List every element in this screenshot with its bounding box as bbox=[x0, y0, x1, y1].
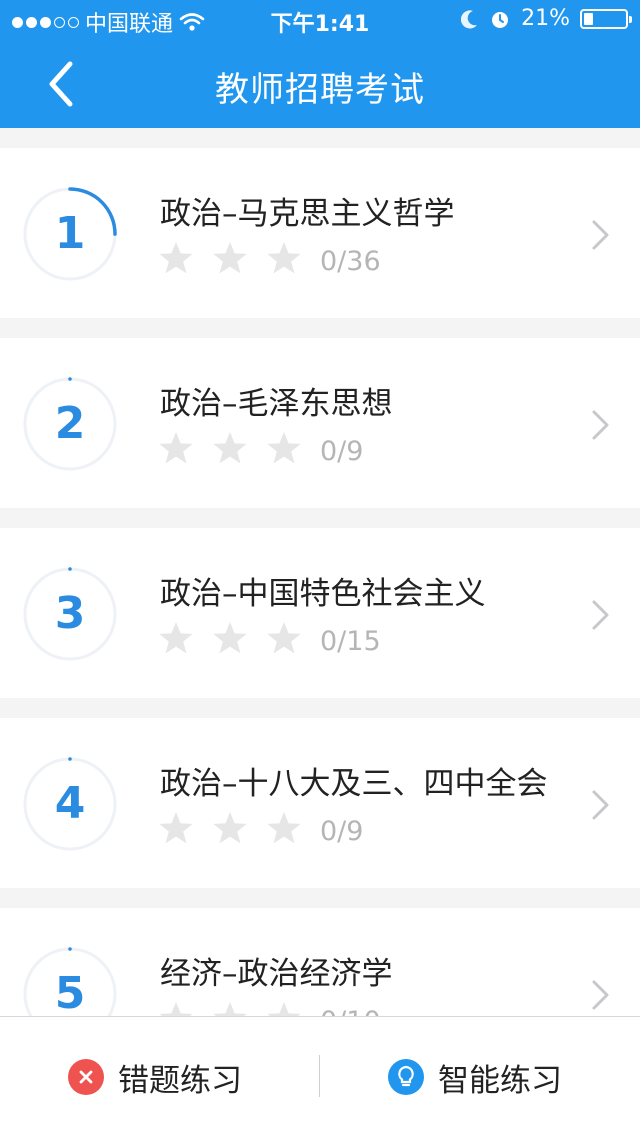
question-count: 0/15 bbox=[320, 626, 381, 657]
star-icon bbox=[159, 812, 193, 844]
question-count: 0/9 bbox=[320, 436, 364, 467]
star-rating bbox=[158, 240, 302, 276]
close-circle-icon bbox=[68, 1059, 104, 1095]
header: 中国联通 下午1:41 21% 教师招聘考试 bbox=[0, 0, 640, 128]
chapter-title: 政治–马克思主义哲学 bbox=[160, 196, 455, 232]
chapter-number: 3 bbox=[54, 588, 86, 639]
question-count: 0/9 bbox=[320, 816, 364, 847]
star-icon bbox=[267, 812, 301, 844]
star-icon bbox=[213, 812, 247, 844]
chevron-right-icon bbox=[592, 790, 609, 820]
star-icon bbox=[159, 242, 193, 274]
progress-ring: 3 bbox=[22, 566, 118, 662]
chapter-title: 经济–政治经济学 bbox=[160, 956, 393, 992]
bottom-bar: 错题练习 智能练习 bbox=[0, 1016, 640, 1136]
star-icon bbox=[267, 432, 301, 464]
star-icon bbox=[267, 242, 301, 274]
page-title: 教师招聘考试 bbox=[215, 70, 425, 110]
progress-ring: 2 bbox=[22, 376, 118, 472]
chapter-number: 1 bbox=[54, 208, 86, 259]
battery-percent: 21% bbox=[521, 6, 570, 31]
chevron-right-icon bbox=[592, 220, 609, 250]
chapter-row[interactable]: 1 政治–马克思主义哲学 0/36 bbox=[0, 148, 640, 318]
progress-ring: 1 bbox=[22, 186, 118, 282]
star-icon bbox=[159, 432, 193, 464]
status-right: 21% bbox=[461, 6, 632, 31]
wrong-practice-label: 错题练习 bbox=[118, 1062, 242, 1099]
star-rating bbox=[158, 430, 302, 466]
progress-ring: 4 bbox=[22, 756, 118, 852]
star-icon bbox=[213, 242, 247, 274]
chevron-right-icon bbox=[592, 410, 609, 440]
chevron-right-icon bbox=[592, 600, 609, 630]
chevron-right-icon bbox=[592, 980, 609, 1010]
chapter-title: 政治–毛泽东思想 bbox=[160, 386, 393, 422]
smart-practice-button[interactable]: 智能练习 bbox=[388, 1017, 562, 1136]
status-bar: 中国联通 下午1:41 21% bbox=[0, 0, 640, 40]
smart-practice-label: 智能练习 bbox=[438, 1062, 562, 1099]
question-count: 0/36 bbox=[320, 246, 381, 277]
alarm-icon bbox=[492, 11, 509, 28]
chapter-number: 2 bbox=[54, 398, 86, 449]
lightbulb-icon bbox=[388, 1059, 424, 1095]
chapter-row[interactable]: 3 政治–中国特色社会主义 0/15 bbox=[0, 528, 640, 698]
star-icon bbox=[267, 622, 301, 654]
star-rating bbox=[158, 620, 302, 656]
star-rating bbox=[158, 810, 302, 846]
star-icon bbox=[159, 622, 193, 654]
wrong-practice-button[interactable]: 错题练习 bbox=[68, 1017, 242, 1136]
star-icon bbox=[213, 432, 247, 464]
chapter-row[interactable]: 2 政治–毛泽东思想 0/9 bbox=[0, 338, 640, 508]
battery-icon bbox=[580, 8, 632, 29]
chapter-title: 政治–十八大及三、四中全会 bbox=[160, 766, 548, 802]
moon-icon bbox=[461, 9, 478, 28]
chapter-title: 政治–中国特色社会主义 bbox=[160, 576, 486, 612]
chapter-number: 4 bbox=[54, 778, 86, 829]
divider bbox=[319, 1055, 320, 1097]
star-icon bbox=[213, 622, 247, 654]
chapter-row[interactable]: 4 政治–十八大及三、四中全会 0/9 bbox=[0, 718, 640, 888]
